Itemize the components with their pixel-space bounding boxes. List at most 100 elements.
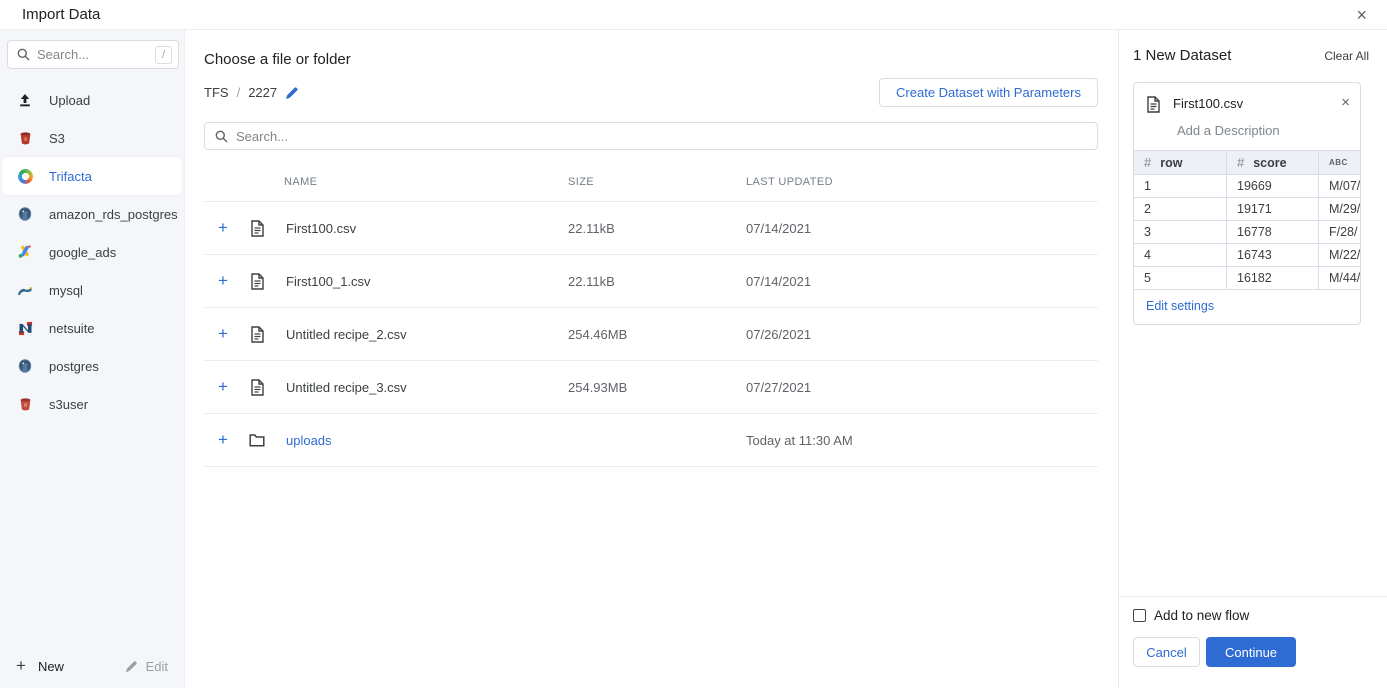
dataset-name: First100.csv [1173, 95, 1243, 111]
table-row[interactable]: + First100_1.csv 22.11kB 07/14/2021 [204, 255, 1098, 308]
remove-dataset-icon[interactable]: × [1341, 95, 1350, 110]
add-dataset-icon[interactable]: + [204, 324, 242, 344]
cancel-button[interactable]: Cancel [1133, 637, 1200, 667]
column-header-size: SIZE [568, 176, 746, 188]
search-icon [17, 48, 30, 61]
sidebar-item-netsuite[interactable]: netsuite [2, 309, 182, 347]
sidebar-item-label: mysql [49, 283, 83, 298]
file-updated: 07/26/2021 [746, 327, 1098, 342]
postgres-elephant-icon [16, 357, 34, 375]
breadcrumb-root[interactable]: TFS [204, 85, 229, 100]
search-shortcut-badge: / [155, 46, 172, 64]
file-size: 22.11kB [568, 221, 746, 236]
sidebar-item-label: Trifacta [49, 169, 92, 184]
file-size: 254.46MB [568, 327, 746, 342]
table-row[interactable]: + Untitled recipe_3.csv 254.93MB 07/27/2… [204, 361, 1098, 414]
search-icon [215, 130, 228, 143]
close-icon[interactable]: × [1356, 6, 1367, 24]
sidebar-item-label: google_ads [49, 245, 116, 260]
new-connection-button[interactable]: + New [16, 656, 64, 676]
preview-row: 4 16743 M/22/ [1134, 244, 1361, 267]
file-updated: Today at 11:30 AM [746, 433, 1098, 448]
continue-button[interactable]: Continue [1206, 637, 1296, 667]
upload-icon [16, 91, 34, 109]
table-row[interactable]: + Untitled recipe_2.csv 254.46MB 07/26/2… [204, 308, 1098, 361]
file-updated: 07/27/2021 [746, 380, 1098, 395]
add-to-new-flow-checkbox[interactable] [1133, 609, 1146, 622]
netsuite-icon [16, 319, 34, 337]
panel-footer: Add to new flow Cancel Continue [1119, 596, 1387, 688]
create-dataset-with-parameters-button[interactable]: Create Dataset with Parameters [879, 78, 1098, 107]
dataset-preview-table: # row # score ABC 1 19669 M/07/ 2 19 [1134, 150, 1361, 290]
add-to-new-flow-label: Add to new flow [1154, 608, 1249, 623]
panel-title: 1 New Dataset [1133, 47, 1231, 64]
preview-row: 3 16778 F/28/ [1134, 221, 1361, 244]
file-name[interactable]: Untitled recipe_3.csv [272, 380, 568, 395]
file-search[interactable] [204, 122, 1098, 150]
file-name[interactable]: Untitled recipe_2.csv [272, 327, 568, 342]
clear-all-link[interactable]: Clear All [1324, 49, 1369, 63]
sidebar-item-s3[interactable]: S3 [2, 119, 182, 157]
sidebar-item-postgres[interactable]: postgres [2, 347, 182, 385]
file-size: 254.93MB [568, 380, 746, 395]
file-icon [242, 273, 272, 290]
column-header-name: NAME [272, 176, 568, 188]
file-updated: 07/14/2021 [746, 221, 1098, 236]
sidebar-search[interactable]: / [7, 40, 179, 69]
file-table: NAME SIZE LAST UPDATED + First100.csv 22… [204, 162, 1098, 467]
sidebar-item-label: Upload [49, 93, 90, 108]
edit-connection-button[interactable]: Edit [125, 659, 168, 674]
new-dataset-panel: 1 New Dataset Clear All First100.csv × A… [1118, 30, 1387, 688]
page-title: Choose a file or folder [204, 51, 1098, 68]
add-dataset-icon[interactable]: + [204, 377, 242, 397]
edit-label: Edit [146, 659, 168, 674]
file-size: 22.11kB [568, 274, 746, 289]
file-name[interactable]: First100_1.csv [272, 274, 568, 289]
breadcrumb-current: 2227 [248, 85, 277, 100]
file-icon [242, 326, 272, 343]
sidebar-item-label: postgres [49, 359, 99, 374]
add-dataset-icon[interactable]: + [204, 218, 242, 238]
sidebar-item-label: netsuite [49, 321, 95, 336]
preview-column-row: # row [1134, 151, 1227, 175]
preview-row: 5 16182 M/44/ [1134, 267, 1361, 290]
file-icon [242, 379, 272, 396]
sidebar-item-upload[interactable]: Upload [2, 81, 182, 119]
string-type-icon: ABC [1329, 158, 1348, 167]
s3-bucket-icon [16, 129, 34, 147]
mysql-dolphin-icon [16, 281, 34, 299]
add-dataset-icon[interactable]: + [204, 271, 242, 291]
folder-name[interactable]: uploads [272, 433, 568, 448]
edit-settings-link[interactable]: Edit settings [1134, 290, 1360, 324]
preview-row: 1 19669 M/07/ [1134, 175, 1361, 198]
pencil-icon [125, 660, 138, 673]
file-updated: 07/14/2021 [746, 274, 1098, 289]
sidebar-item-trifacta[interactable]: Trifacta [2, 157, 182, 195]
sidebar-item-s3user[interactable]: s3user [2, 385, 182, 423]
preview-column-string: ABC [1319, 151, 1361, 175]
dialog-header: Import Data × [0, 0, 1387, 30]
connections-sidebar: / Upload S3 Trifacta amazon_rds_postgres… [0, 30, 185, 688]
add-description-field[interactable]: Add a Description [1134, 113, 1360, 150]
table-row[interactable]: + uploads Today at 11:30 AM [204, 414, 1098, 467]
sidebar-item-google-ads[interactable]: google_ads [2, 233, 182, 271]
sidebar-item-amazon-rds-postgres[interactable]: amazon_rds_postgres [2, 195, 182, 233]
preview-row: 2 19171 M/29/ [1134, 198, 1361, 221]
table-row[interactable]: + First100.csv 22.11kB 07/14/2021 [204, 202, 1098, 255]
numeric-type-icon: # [1144, 155, 1151, 170]
s3-bucket-icon [16, 395, 34, 413]
edit-path-pencil-icon[interactable] [285, 86, 299, 100]
preview-header-row: # row # score ABC [1134, 151, 1361, 175]
file-name[interactable]: First100.csv [272, 221, 568, 236]
sidebar-item-label: s3user [49, 397, 88, 412]
sidebar-item-mysql[interactable]: mysql [2, 271, 182, 309]
sidebar-search-input[interactable] [37, 47, 155, 62]
add-dataset-icon[interactable]: + [204, 430, 242, 450]
breadcrumb: TFS / 2227 [204, 85, 299, 100]
file-table-header: NAME SIZE LAST UPDATED [204, 162, 1098, 202]
dialog-title: Import Data [22, 6, 100, 23]
file-icon [1146, 95, 1161, 113]
file-icon [242, 220, 272, 237]
file-search-input[interactable] [236, 129, 1087, 144]
column-header-last-updated: LAST UPDATED [746, 176, 1098, 188]
